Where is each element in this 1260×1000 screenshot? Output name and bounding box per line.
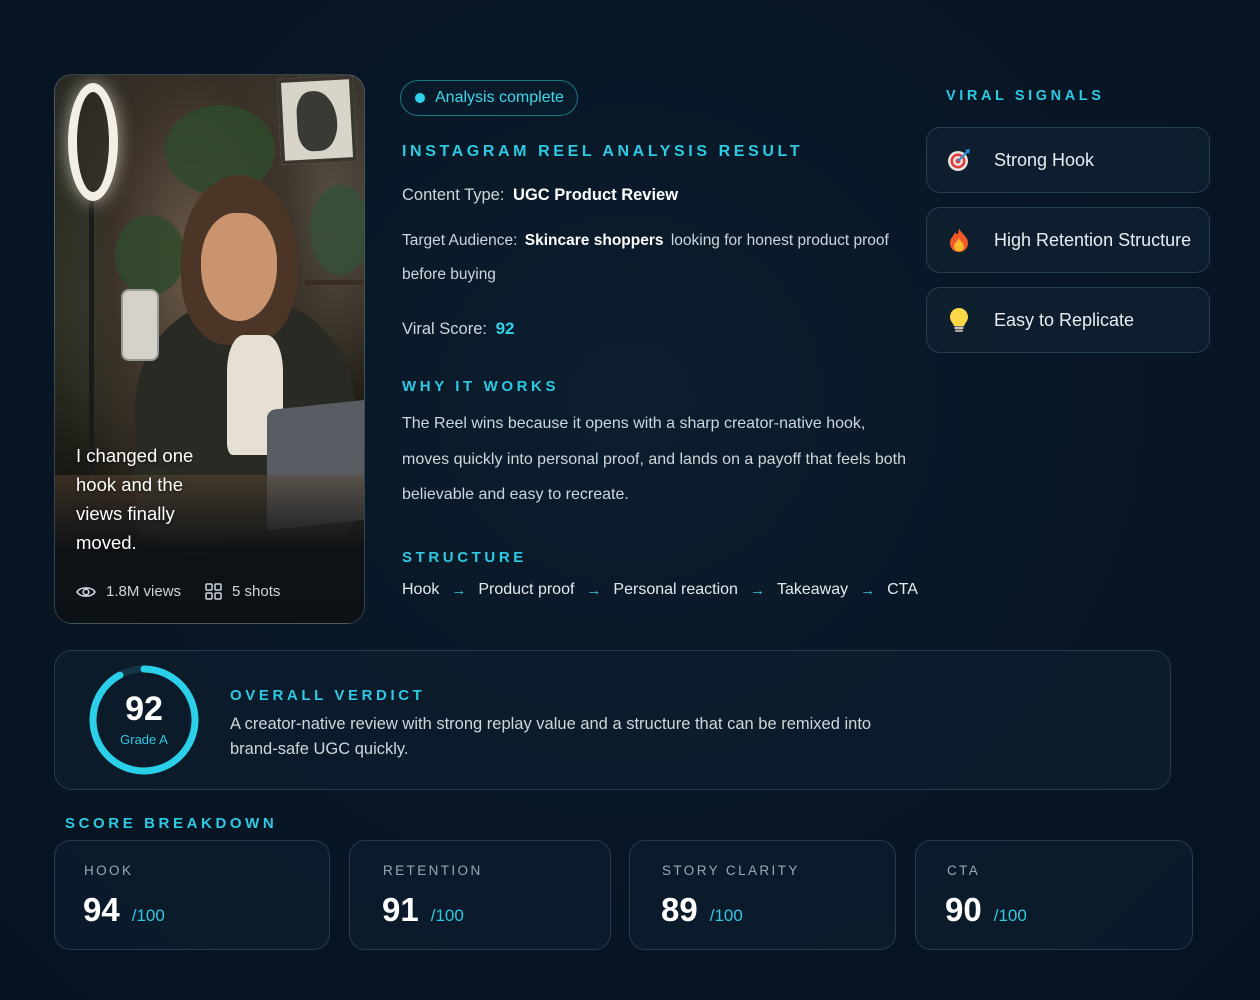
- score-card-value: 91: [382, 891, 419, 928]
- signal-high-retention[interactable]: High Retention Structure: [926, 207, 1210, 273]
- lightbulb-icon: [946, 307, 972, 333]
- score-card-retention: RETENTION 91 /100: [349, 840, 611, 950]
- structure-step: Hook: [402, 581, 440, 598]
- score-card-value: 90: [945, 891, 982, 928]
- why-it-works-title: WHY IT WORKS: [402, 378, 560, 395]
- audience-label: Target Audience:: [402, 232, 518, 249]
- shots-stat: 5 shots: [205, 583, 280, 600]
- arrow-right-icon: →: [451, 581, 467, 599]
- signal-label: High Retention Structure: [994, 229, 1192, 250]
- overall-verdict-title: OVERALL VERDICT: [230, 687, 426, 704]
- why-it-works-text: The Reel wins because it opens with a sh…: [402, 415, 907, 503]
- viral-score-label: Viral Score:: [402, 320, 487, 338]
- score-card-value: 89: [661, 891, 698, 928]
- arrow-right-icon: →: [860, 581, 876, 599]
- arrow-right-icon: →: [586, 581, 602, 599]
- content-type-row: Content Type: UGC Product Review: [402, 186, 678, 205]
- score-card-label: STORY CLARITY: [662, 863, 800, 878]
- status-dot-icon: [415, 93, 425, 103]
- views-stat: 1.8M views: [76, 583, 181, 600]
- score-card-label: CTA: [947, 863, 981, 878]
- score-card-label: HOOK: [84, 863, 134, 878]
- views-count: 1.8M views: [106, 583, 182, 600]
- arrow-right-icon: →: [749, 581, 765, 599]
- shots-count: 5 shots: [232, 583, 281, 600]
- viral-score-value: 92: [495, 319, 515, 338]
- signal-easy-to-replicate[interactable]: Easy to Replicate: [926, 287, 1210, 353]
- verdict-grade: Grade A: [120, 732, 168, 747]
- content-type-value: UGC Product Review: [513, 186, 679, 204]
- viral-score-row: Viral Score: 92: [402, 319, 515, 339]
- structure-step: Personal reaction: [613, 581, 738, 598]
- score-card-label: RETENTION: [383, 863, 483, 878]
- content-type-label: Content Type:: [402, 186, 505, 204]
- score-card-max: /100: [430, 906, 464, 925]
- structure-flow: Hook → Product proof → Personal reaction…: [402, 581, 918, 599]
- signal-label: Easy to Replicate: [994, 309, 1135, 330]
- target-audience-row: Target Audience: Skincare shoppers looki…: [402, 224, 902, 292]
- score-card-cta: CTA 90 /100: [915, 840, 1193, 950]
- structure-step: Product proof: [478, 581, 575, 598]
- score-card-hook: HOOK 94 /100: [54, 840, 330, 950]
- viral-signals-title: VIRAL SIGNALS: [946, 88, 1105, 104]
- fire-icon: [946, 227, 972, 253]
- score-breakdown-title: SCORE BREAKDOWN: [65, 815, 278, 832]
- analysis-status-badge: Analysis complete: [400, 80, 578, 116]
- ring-light: [68, 83, 118, 201]
- signal-strong-hook[interactable]: Strong Hook: [926, 127, 1210, 193]
- audience-value: Skincare shoppers: [524, 232, 664, 249]
- score-card-max: /100: [709, 906, 743, 925]
- result-title: INSTAGRAM REEL ANALYSIS RESULT: [402, 143, 804, 160]
- grid-icon: [205, 583, 222, 600]
- status-label: Analysis complete: [435, 89, 564, 106]
- verdict-score: 92: [125, 690, 163, 728]
- structure-title: STRUCTURE: [402, 549, 527, 566]
- target-icon: [946, 147, 972, 173]
- signal-label: Strong Hook: [994, 149, 1095, 170]
- reel-thumbnail-card[interactable]: I changed one hook and the views finally…: [54, 74, 365, 624]
- eye-icon: [76, 586, 96, 597]
- structure-step: CTA: [887, 581, 918, 598]
- reel-caption: I changed one hook and the views finally…: [76, 445, 194, 553]
- structure-step: Takeaway: [776, 581, 849, 598]
- score-card-max: /100: [131, 906, 165, 925]
- overall-verdict-text: A creator-native review with strong repl…: [230, 715, 872, 758]
- score-card-story-clarity: STORY CLARITY 89 /100: [629, 840, 896, 950]
- reel-stats: 1.8M views 5 shots: [76, 583, 304, 600]
- score-card-value: 94: [83, 891, 120, 928]
- score-card-max: /100: [993, 906, 1027, 925]
